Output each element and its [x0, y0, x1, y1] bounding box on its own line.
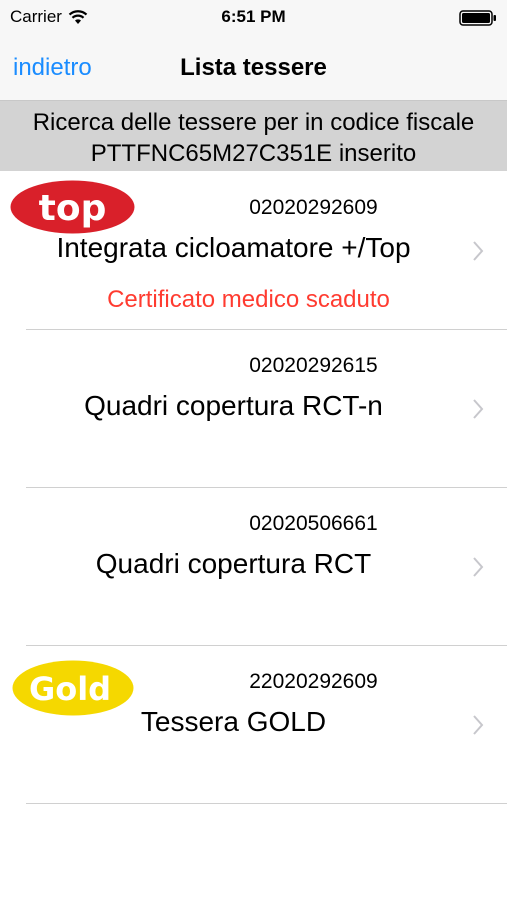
card-row[interactable]: top 02020292609 Integrata cicloamatore +… — [0, 172, 507, 330]
svg-text:Gold: Gold — [29, 670, 111, 708]
card-code: 02020506661 — [249, 512, 378, 535]
card-row[interactable]: 02020506661 Quadri copertura RCT — [0, 488, 507, 646]
status-bar: Carrier 6:51 PM — [0, 0, 507, 36]
page-title: Lista tessere — [180, 54, 327, 81]
card-code: 02020292615 — [249, 354, 378, 377]
chevron-right-icon — [473, 557, 484, 577]
row-divider — [26, 803, 507, 804]
card-name: Quadri copertura RCT-n — [84, 390, 383, 421]
status-time: 6:51 PM — [221, 7, 286, 26]
battery-icon — [459, 10, 496, 26]
navigation-bar: indietro Lista tessere — [0, 36, 507, 101]
chevron-right-icon — [473, 715, 484, 735]
gold-badge-icon: Gold — [12, 660, 134, 716]
card-name: Quadri copertura RCT — [95, 548, 372, 579]
card-warning: Certificato medico scaduto — [107, 286, 390, 313]
chevron-right-icon — [473, 241, 484, 261]
card-code: 02020292609 — [249, 196, 378, 219]
card-row[interactable]: 22020292609 Tessera GOLD Gold — [0, 646, 507, 804]
card-row[interactable]: 02020292615 Quadri copertura RCT-n — [0, 330, 507, 488]
card-name: Integrata cicloamatore +/Top — [56, 232, 411, 263]
search-info-header: Ricerca delle tessere per in codice fisc… — [0, 101, 507, 171]
search-info-line-2: PTTFNC65M27C351E inserito — [90, 140, 417, 167]
chevron-right-icon — [473, 399, 484, 419]
search-info-line-1: Ricerca delle tessere per in codice fisc… — [32, 109, 475, 136]
